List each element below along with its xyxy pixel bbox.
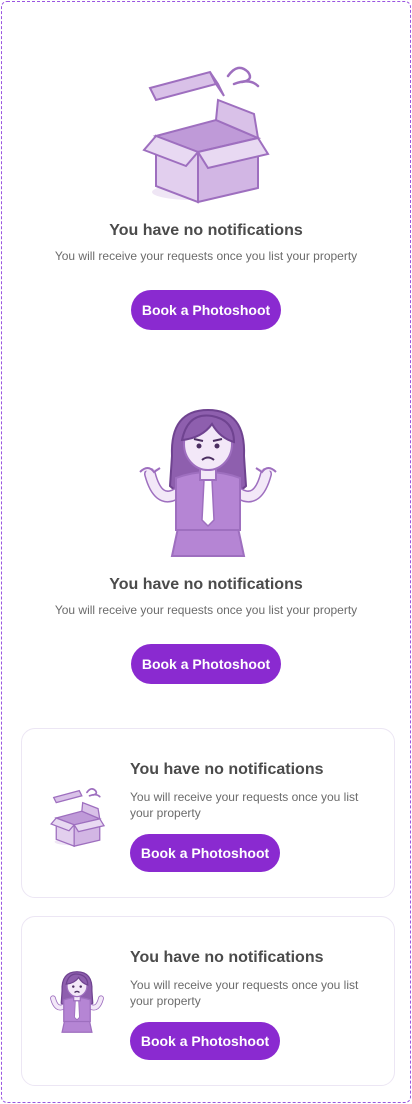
empty-state-subtitle: You will receive your requests once you … bbox=[54, 603, 358, 617]
confused-woman-icon bbox=[48, 969, 106, 1035]
book-photoshoot-button[interactable]: Book a Photoshoot bbox=[130, 1022, 280, 1060]
book-photoshoot-button[interactable]: Book a Photoshoot bbox=[131, 290, 281, 330]
card-content: You have no notifications You will recei… bbox=[130, 761, 380, 872]
empty-state-subtitle: You will receive your requests once you … bbox=[54, 249, 358, 263]
empty-state-subtitle: You will receive your requests once you … bbox=[130, 978, 359, 1008]
empty-state-2: You have no notifications You will recei… bbox=[2, 576, 410, 684]
empty-box-icon bbox=[50, 783, 106, 848]
confused-woman-icon bbox=[138, 406, 278, 560]
empty-state-title: You have no notifications bbox=[130, 761, 324, 778]
empty-state-card-2: You have no notifications You will recei… bbox=[21, 916, 395, 1086]
book-photoshoot-button[interactable]: Book a Photoshoot bbox=[130, 834, 280, 872]
empty-state-title: You have no notifications bbox=[109, 222, 303, 239]
empty-state-card-1: You have no notifications You will recei… bbox=[21, 728, 395, 898]
empty-state-1: You have no notifications You will recei… bbox=[2, 222, 410, 330]
book-photoshoot-button[interactable]: Book a Photoshoot bbox=[131, 644, 281, 684]
empty-state-title: You have no notifications bbox=[109, 576, 303, 593]
card-content: You have no notifications You will recei… bbox=[130, 949, 380, 1060]
empty-state-subtitle: You will receive your requests once you … bbox=[130, 790, 359, 820]
page-frame: You have no notifications You will recei… bbox=[1, 1, 411, 1103]
empty-box-icon bbox=[142, 54, 272, 204]
empty-state-title: You have no notifications bbox=[130, 949, 324, 966]
